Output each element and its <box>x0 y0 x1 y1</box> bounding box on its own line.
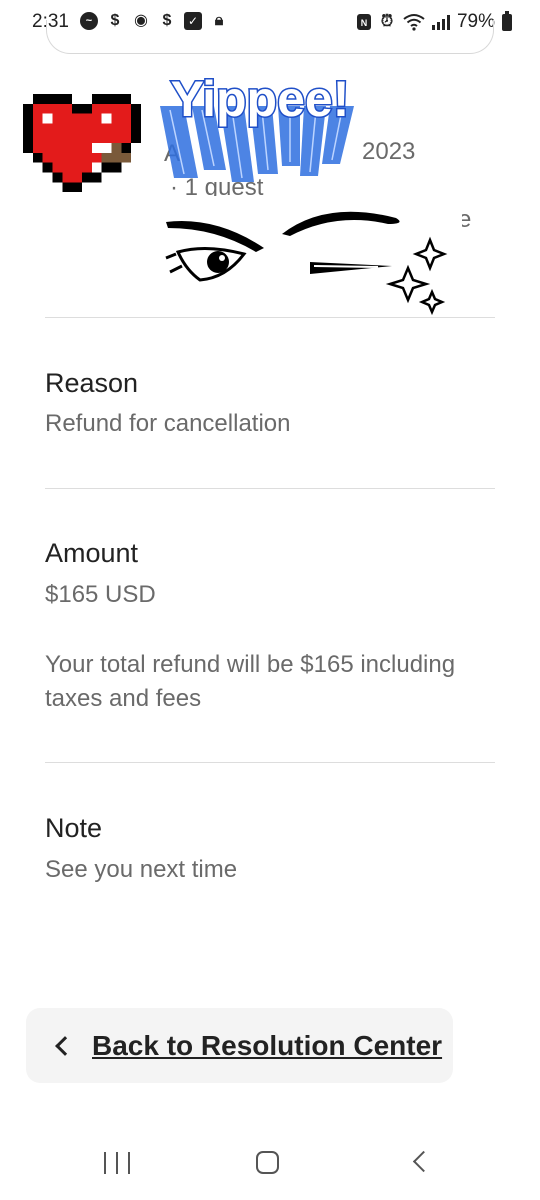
divider <box>45 317 495 318</box>
battery-icon <box>502 10 512 31</box>
refund-total-note: Your total refund will be $165 including… <box>45 651 456 712</box>
back-to-resolution-center-button[interactable]: Back to Resolution Center <box>26 1008 453 1083</box>
recents-icon[interactable] <box>104 1152 130 1174</box>
reason-title: Reason <box>45 368 139 398</box>
note-title: Note <box>45 813 103 843</box>
chevron-left-icon <box>55 1035 75 1056</box>
smirk-face-sticker <box>156 196 462 320</box>
header-card-edge <box>46 20 494 54</box>
yippee-sticker: Yippee! <box>160 70 354 182</box>
divider <box>45 762 495 763</box>
note-value: See you next time <box>45 856 238 883</box>
pixel-heart-sticker <box>23 94 141 193</box>
reason-value: Refund for cancellation <box>45 410 291 437</box>
back-icon[interactable] <box>412 1150 435 1173</box>
system-nav-bar <box>0 1130 540 1200</box>
amount-value: $165 USD <box>45 581 156 608</box>
back-button-label: Back to Resolution Center <box>92 1029 443 1061</box>
divider <box>45 488 495 489</box>
yippee-text: Yippee! <box>171 71 350 127</box>
amount-title: Amount <box>45 538 139 568</box>
home-icon[interactable] <box>256 1151 279 1174</box>
